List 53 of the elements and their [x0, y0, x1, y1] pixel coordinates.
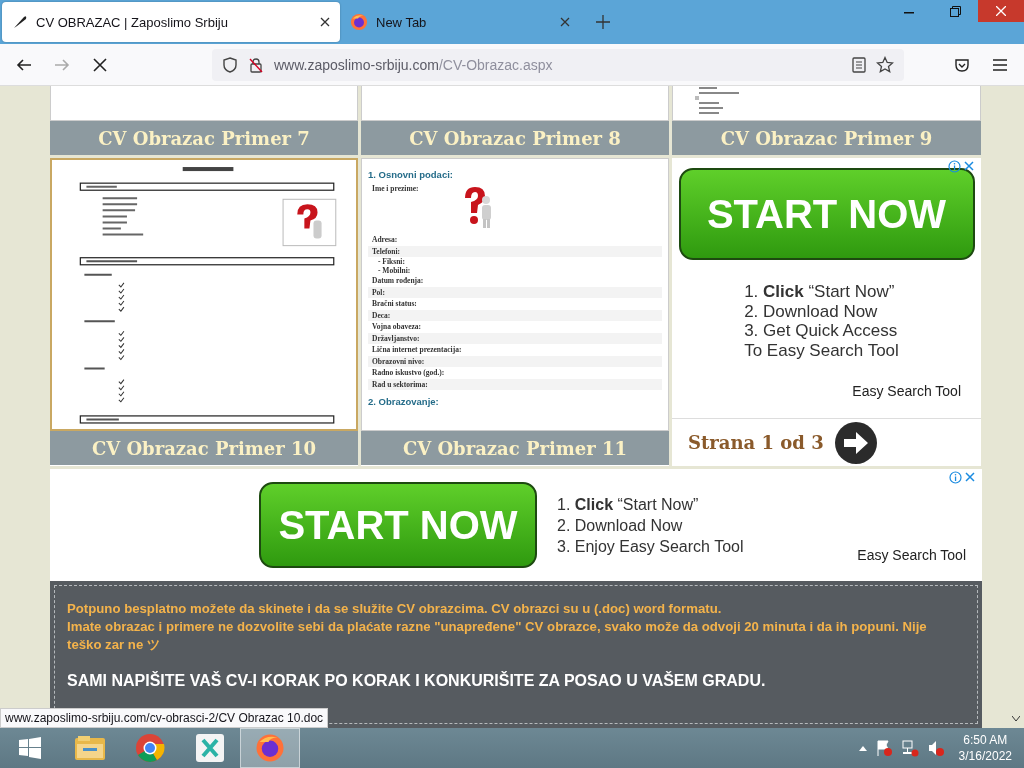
document-heading: 1. Osnovni podaci: — [368, 169, 454, 180]
ad-step-text: 1. Click “Start Now” — [744, 282, 896, 302]
flag-icon[interactable] — [874, 739, 893, 757]
taskbar-app[interactable] — [240, 728, 300, 768]
firefox-icon — [350, 13, 368, 31]
reader-view-icon[interactable] — [852, 56, 866, 73]
template-caption[interactable]: CV Obrazac Primer 9 — [672, 121, 981, 155]
template-caption[interactable]: CV Obrazac Primer 10 — [50, 431, 358, 465]
feather-icon — [12, 14, 28, 30]
ad-step-text: To Easy Search Tool — [744, 340, 899, 360]
shield-icon[interactable] — [222, 56, 238, 73]
scroll-down-icon[interactable] — [1012, 716, 1020, 722]
star-icon[interactable] — [876, 55, 894, 74]
caret-up-icon[interactable] — [858, 745, 867, 751]
close-tab-icon[interactable] — [320, 17, 330, 27]
ad-step-text: 3. Get Quick Access — [744, 321, 899, 341]
address-bar[interactable]: www.zaposlimo-srbiju.com/CV-Obrazac.aspx — [212, 48, 904, 81]
template-caption[interactable]: CV Obrazac Primer 11 — [361, 431, 669, 465]
document-thumbnail[interactable] — [361, 86, 669, 121]
document-heading: 2. Obrazovanje: — [368, 396, 440, 407]
lock-slash-icon[interactable] — [248, 56, 264, 73]
close-icon[interactable] — [963, 160, 975, 172]
chrome-icon — [135, 733, 165, 763]
ad-step-text: 2. Download Now — [744, 301, 879, 321]
document-thumbnail[interactable] — [672, 86, 981, 121]
clock-date[interactable]: 3/16/2022 — [958, 748, 1012, 764]
browser-tab[interactable]: New Tab — [340, 2, 580, 42]
firefox-icon — [255, 733, 285, 763]
ad-step-text: 2. Download Now — [557, 515, 684, 536]
ad-brand: Easy Search Tool — [857, 547, 966, 563]
document-thumbnail[interactable] — [50, 86, 358, 121]
start-now-button[interactable]: START NOW — [259, 482, 537, 568]
template-caption[interactable]: CV Obrazac Primer 7 — [50, 121, 358, 155]
new-tab-icon[interactable] — [596, 15, 610, 29]
template-caption[interactable]: CV Obrazac Primer 8 — [361, 121, 669, 155]
page-indicator: Strana 1 od 3 — [688, 432, 824, 453]
ad-step-text: 3. Enjoy Easy Search Tool — [557, 536, 744, 557]
info-paragraph: Potpuno besplatno možete da skinete i da se služite CV obrazcima. CV obrazci su u (.doc) word formatu. — [67, 600, 723, 618]
volume-muted-icon[interactable] — [926, 739, 945, 757]
windows-icon[interactable] — [19, 737, 41, 759]
info-paragraph: Imate obrazac i primere ne dozvolite sebi da plaćate razne "unapređene" CV obrazce, svako može da odvoji 20 minuta i da ih popuni. Nije teško zar ne ツ — [67, 618, 928, 654]
link-status-tooltip: www.zaposlimo-srbiju.com/cv-obrasci-2/CV Obrazac 10.doc — [0, 708, 329, 728]
ad-brand: Easy Search Tool — [852, 383, 961, 399]
info-heading: SAMI NAPIŠITE VAŠ CV-I KORAK PO KORAK I KONKURIŠITE ZA POSAO U VAŠEM GRADU. — [67, 672, 767, 690]
network-icon[interactable] — [900, 739, 919, 757]
start-now-button[interactable]: START NOW — [678, 168, 975, 260]
info-icon[interactable] — [948, 160, 961, 173]
browser-tab[interactable]: CV OBRAZAC | Zaposlimo Srbiju — [2, 2, 340, 42]
ad-step-text: 1. Click “Start Now” — [557, 494, 700, 515]
x-app-icon — [195, 733, 225, 763]
folder-icon — [74, 734, 106, 762]
document-thumbnail[interactable] — [361, 158, 669, 431]
clock-time[interactable]: 6:50 AM — [963, 732, 1008, 748]
